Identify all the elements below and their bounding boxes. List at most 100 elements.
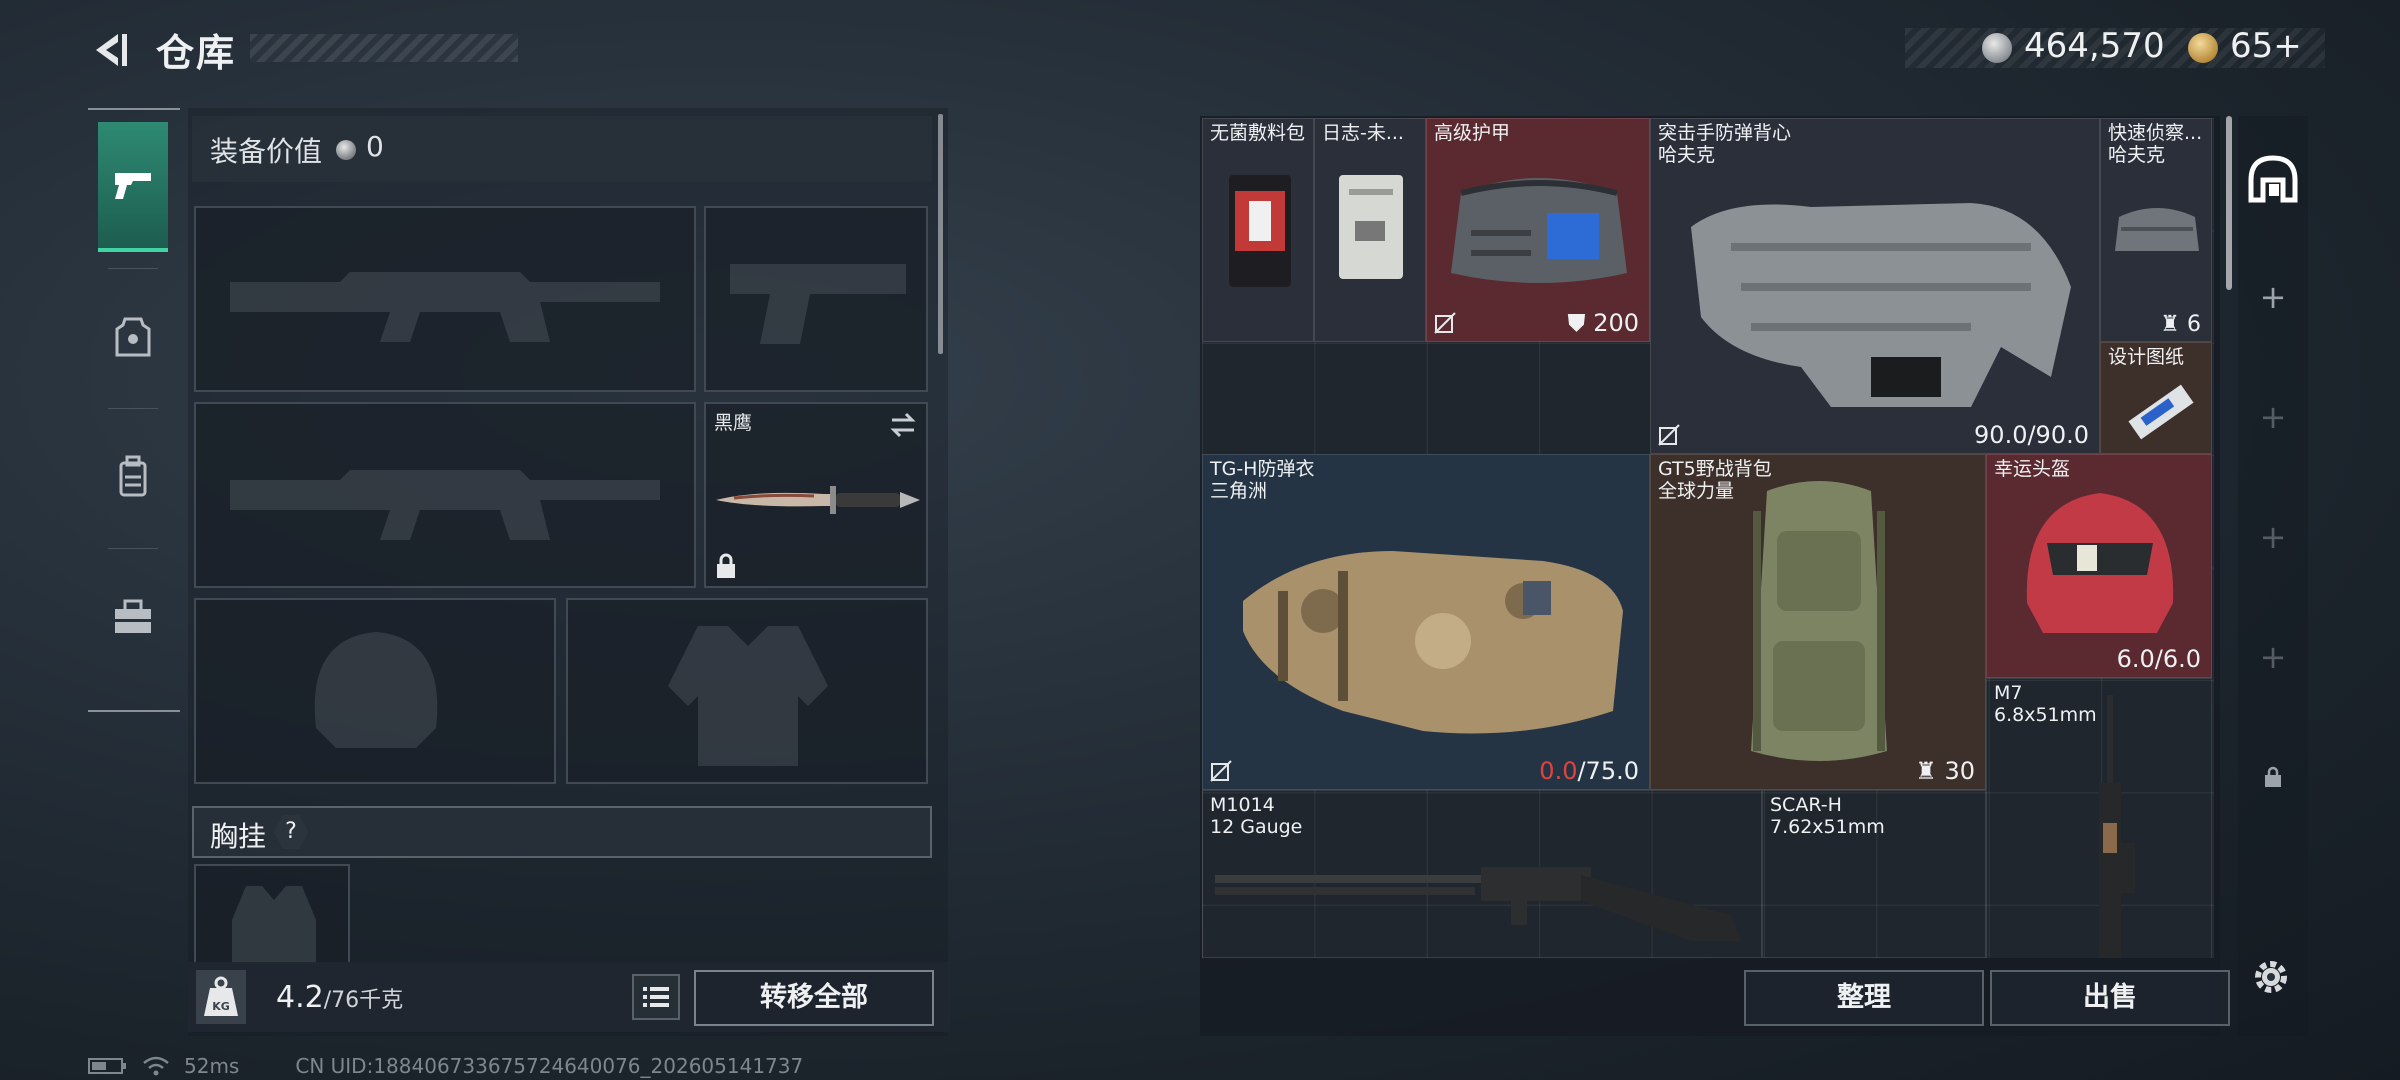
item-stat: ♜ 30	[1915, 757, 1975, 785]
blueprint-icon	[2128, 384, 2194, 440]
item-brand: 哈夫克	[2108, 144, 2166, 166]
item-blueprint[interactable]: 设计图纸	[2100, 342, 2212, 454]
item-lucky-helmet[interactable]: 幸运头盔 6.0/6.0	[1986, 454, 2212, 678]
add-page-button-2[interactable]: +	[2244, 388, 2302, 446]
item-brand: 全球力量	[1658, 480, 1735, 502]
tab-equipment[interactable]	[98, 272, 168, 402]
list-icon	[643, 987, 669, 1007]
item-durability: 6.0/6.0	[2116, 645, 2201, 673]
back-arrow-icon[interactable]	[88, 28, 132, 72]
uid-text: CN UID:18840673367572464007​6_2026051417…	[295, 1054, 804, 1078]
sort-button[interactable]: 整理	[1744, 970, 1984, 1026]
lock-icon	[717, 553, 735, 578]
svg-text:KG: KG	[212, 1000, 230, 1013]
equipment-icon	[115, 317, 151, 357]
sell-button[interactable]: 出售	[1990, 970, 2230, 1026]
camo-armor-icon	[1243, 551, 1623, 734]
gear-icon[interactable]	[2248, 954, 2294, 1000]
armor-silhouette-icon	[668, 626, 828, 766]
item-log[interactable]: 日志-未...	[1314, 118, 1426, 342]
tab-tools[interactable]	[98, 552, 168, 682]
item-assault-vest[interactable]: 突击手防弹背心 哈夫克 90.0/90.0	[1650, 118, 2100, 454]
pistol-icon	[115, 173, 151, 199]
item-sterile-bandage[interactable]: 无菌敷料包	[1202, 118, 1314, 342]
vest-icon	[1691, 203, 2071, 407]
equipment-value: 0	[366, 130, 384, 163]
swap-icon[interactable]	[888, 410, 918, 440]
add-page-button-3[interactable]: +	[2244, 508, 2302, 566]
item-brand: 哈夫克	[1658, 144, 1716, 166]
status-row: 52ms CN UID:18840673367572464007​6_20260…	[88, 1054, 803, 1078]
item-name: M1014	[1210, 794, 1275, 816]
add-page-button-4[interactable]: +	[2244, 628, 2302, 686]
capacity-icon: ♜	[2160, 312, 2187, 337]
capacity-icon: ♜	[1915, 757, 1945, 785]
silver-coin-icon	[336, 140, 356, 160]
equipment-scrollbar[interactable]	[938, 114, 943, 354]
helmet-slot[interactable]	[194, 598, 556, 784]
chest-rig-label: 胸挂	[210, 820, 267, 853]
warehouse-home-button[interactable]	[2244, 150, 2302, 208]
item-name: 高级护甲	[1434, 122, 1511, 144]
money-amount[interactable]: 464,570	[2024, 26, 2165, 66]
helmet-icon	[2026, 493, 2174, 633]
weight-readout: 4.2/76千克	[276, 980, 403, 1015]
category-tabbar	[88, 108, 180, 712]
secondary-weapon-slot[interactable]	[704, 206, 928, 392]
item-name: 日志-未...	[1322, 122, 1404, 144]
item-stat: ♜ 6	[2160, 312, 2201, 337]
add-page-button-1[interactable]: +	[2244, 268, 2302, 326]
primary-weapon-slot[interactable]	[194, 206, 696, 392]
warehouse-scrollbar[interactable]	[2226, 116, 2232, 290]
transfer-all-button[interactable]: 转移全部	[694, 970, 934, 1026]
shotgun-icon	[1215, 867, 1741, 941]
weight-max: /76千克	[323, 988, 404, 1013]
weight-icon: KG	[196, 970, 246, 1024]
plus-icon: +	[2259, 398, 2287, 436]
weight-current: 4.2	[276, 980, 324, 1015]
durability-max: /75.0	[1577, 757, 1639, 785]
bag-icon	[2115, 208, 2199, 251]
item-name: 突击手防弹背心	[1658, 122, 1792, 144]
item-durability: 90.0/90.0	[1974, 421, 2089, 449]
item-tgh-armor[interactable]: TG-H防弹衣 三角洲 0.0/75.0	[1202, 454, 1650, 790]
no-durability-icon	[1434, 312, 1456, 334]
item-name: TG-H防弹衣	[1210, 458, 1315, 480]
document-icon	[1339, 175, 1403, 279]
item-gt5-backpack[interactable]: GT5野战背包 全球力量 ♜ 30	[1650, 454, 1986, 790]
item-advanced-armor[interactable]: 高级护甲 ⛊ 200	[1426, 118, 1650, 342]
tab-weapons[interactable]	[98, 122, 168, 252]
tab-backpack[interactable]	[98, 412, 168, 542]
shield-icon: ⛊	[1567, 309, 1594, 337]
item-scarh-rifle[interactable]: SCAR-H 7.62x51mm	[1762, 790, 1986, 958]
item-name: 设计图纸	[2108, 346, 2185, 368]
body-armor-slot[interactable]	[566, 598, 928, 784]
item-name: SCAR-H	[1770, 794, 1842, 816]
item-quick-recon[interactable]: 快速侦察... 哈夫克 ♜ 6	[2100, 118, 2212, 342]
gold-coin-icon	[2188, 33, 2218, 63]
melee-slot[interactable]: 黑鹰	[704, 402, 928, 588]
title-decoration	[250, 34, 518, 62]
item-m1014-shotgun[interactable]: M1014 12 Gauge	[1202, 790, 1762, 958]
gold-amount[interactable]: 65+	[2230, 26, 2302, 66]
helmet-silhouette-icon	[314, 632, 438, 748]
armor-bag-icon	[1451, 178, 1627, 283]
ping-text: 52ms	[184, 1054, 240, 1078]
equipment-value-label: 装备价值	[210, 135, 323, 168]
toolbox-icon	[115, 599, 151, 633]
wifi-icon	[143, 1056, 169, 1076]
item-ammo: 7.62x51mm	[1770, 816, 1885, 838]
no-durability-icon	[1210, 760, 1232, 782]
chest-rig-slot[interactable]	[194, 864, 350, 964]
primary-weapon-slot-2[interactable]	[194, 402, 696, 588]
silver-coin-icon	[1982, 33, 2012, 63]
warehouse-icon	[2248, 155, 2298, 203]
lock-icon	[2265, 766, 2281, 787]
locked-page-button[interactable]	[2244, 748, 2302, 806]
list-view-button[interactable]	[632, 974, 680, 1020]
item-m7-rifle[interactable]: M7 6.8x51mm	[1986, 678, 2212, 958]
item-name: M7	[1994, 682, 2023, 704]
plus-icon: +	[2259, 278, 2287, 316]
bandage-pack-icon	[1229, 175, 1291, 287]
item-name: 幸运头盔	[1994, 458, 2071, 480]
